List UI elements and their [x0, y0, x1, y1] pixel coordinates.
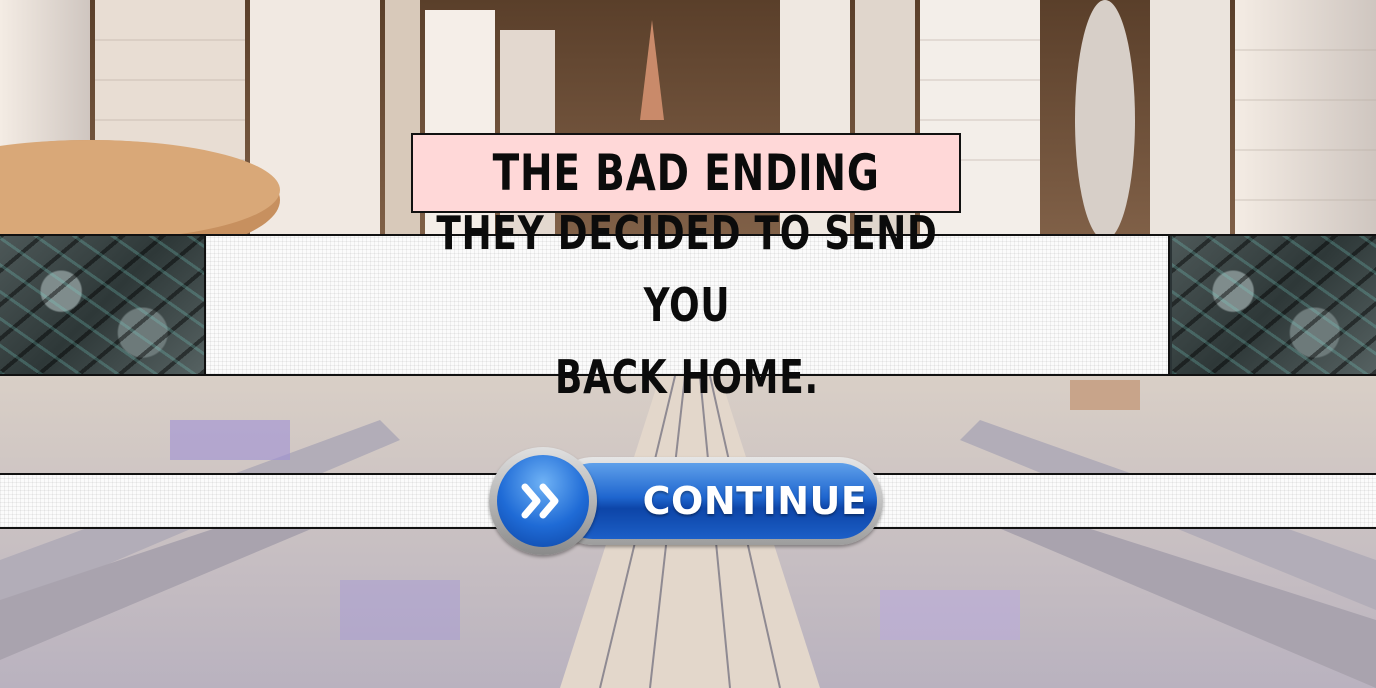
continue-button-pill[interactable]: CONTINUE: [549, 457, 883, 545]
continue-button-circle[interactable]: [489, 447, 597, 555]
continue-button-circle-face[interactable]: [497, 455, 589, 547]
message-band: THEY DECIDED TO SEND YOU BACK HOME.: [0, 206, 1376, 404]
continue-button-face[interactable]: CONTINUE: [555, 463, 877, 539]
message-panel: THEY DECIDED TO SEND YOU BACK HOME.: [204, 206, 1170, 404]
ending-title: THE BAD ENDING: [492, 144, 880, 202]
continue-button-label[interactable]: CONTINUE: [635, 463, 875, 539]
message-line-1: THEY DECIDED TO SEND YOU: [436, 206, 938, 332]
game-ending-screen: THE BAD ENDING THEY DECIDED TO SEND YOU …: [0, 0, 1376, 688]
double-chevron-right-icon: [521, 483, 559, 519]
continue-button[interactable]: CONTINUE: [489, 447, 885, 555]
decorative-stone-panel-right: [1172, 236, 1376, 374]
message-line-2: BACK HOME.: [555, 350, 819, 404]
decorative-stone-panel-left: [0, 236, 204, 374]
ending-message: THEY DECIDED TO SEND YOU BACK HOME.: [391, 197, 984, 413]
